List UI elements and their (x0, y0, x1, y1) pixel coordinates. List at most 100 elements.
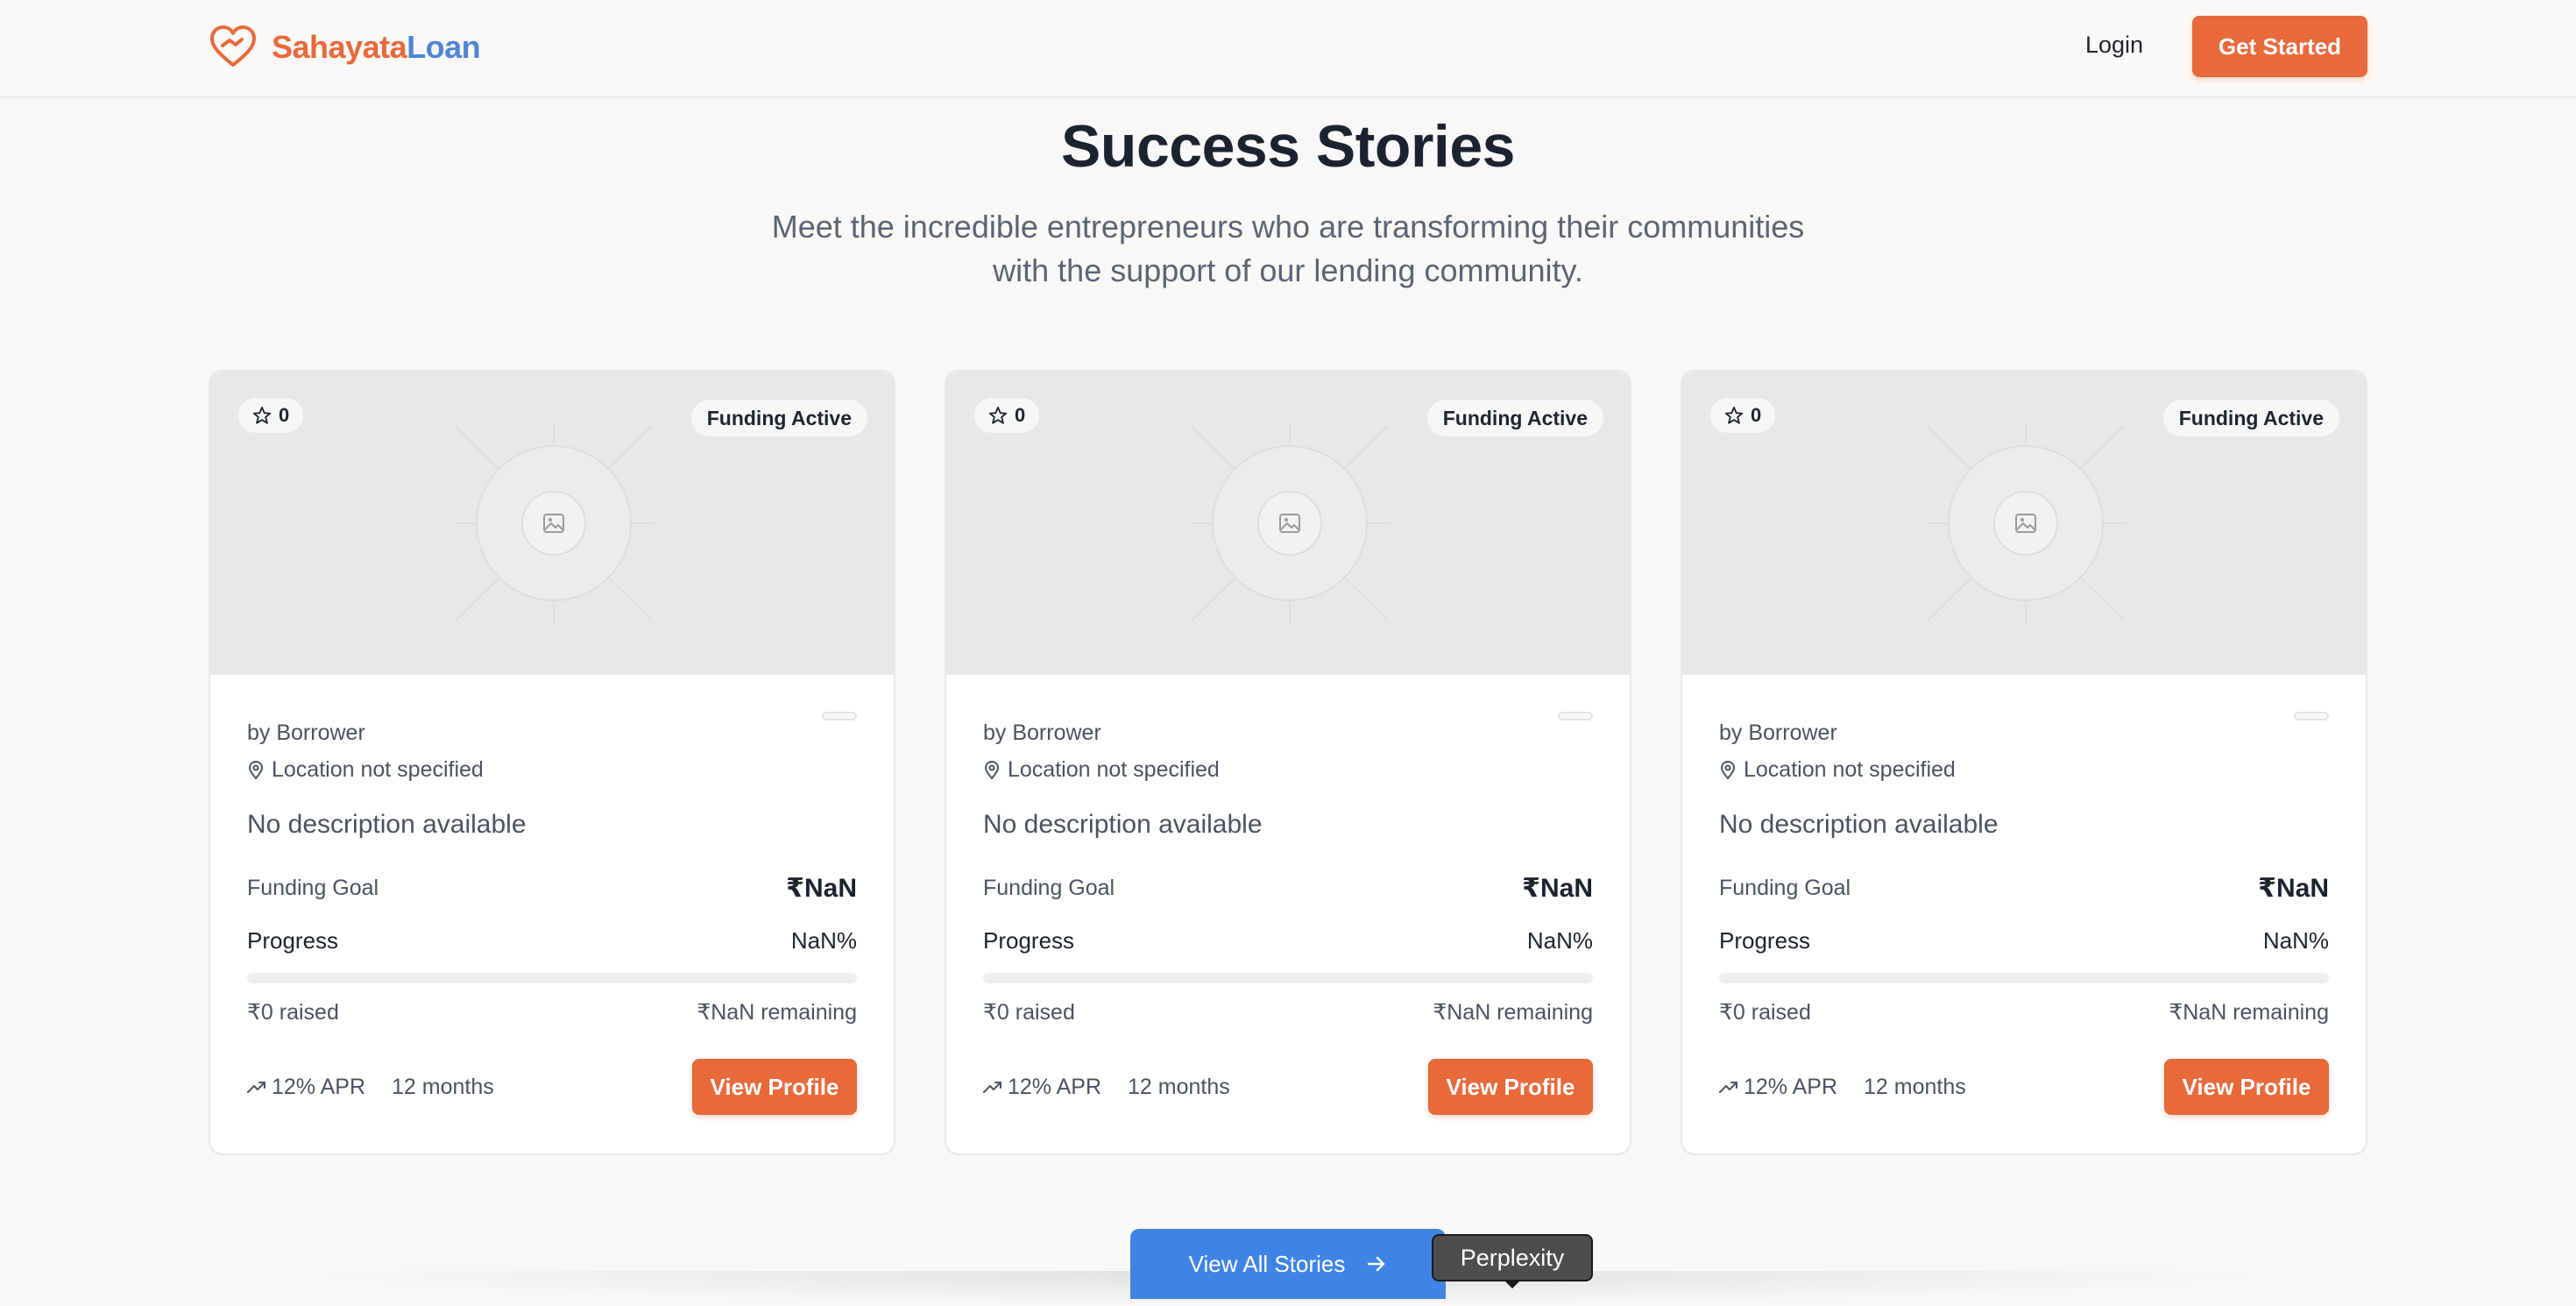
progress-label: Progress (247, 927, 339, 954)
perplexity-tooltip: Perplexity (1432, 1234, 1593, 1281)
view-profile-button[interactable]: View Profile (1428, 1059, 1593, 1115)
raised-row: ₹0 raised ₹NaN remaining (247, 999, 857, 1026)
heart-hands-icon (210, 25, 256, 67)
star-icon (988, 406, 1008, 424)
amount-remaining: ₹NaN remaining (1433, 1000, 1593, 1025)
funding-goal-value: ₹NaN (1522, 874, 1593, 903)
loan-term: 12 months (1128, 1074, 1230, 1099)
apr-text: 12% APR (1008, 1074, 1102, 1099)
trending-up-icon (247, 1082, 265, 1093)
progress-row: Progress NaN% (983, 927, 1593, 955)
map-pin-icon (1720, 760, 1736, 780)
view-profile-button[interactable]: View Profile (2164, 1059, 2329, 1115)
page-subtitle: Meet the incredible entrepreneurs who ar… (771, 209, 1805, 288)
amount-raised: ₹0 raised (983, 1000, 1075, 1025)
story-card: 0 Funding Active by Borrower Location no… (209, 370, 895, 1155)
star-icon (252, 406, 272, 424)
progress-value: NaN% (2262, 927, 2329, 954)
trending-up-icon (983, 1082, 1001, 1093)
location-text: Location not specified (1744, 757, 1956, 782)
trending-up-icon (1719, 1082, 1737, 1093)
category-pill (1558, 712, 1593, 720)
card-footer: 12% APR 12 months View Profile (983, 1059, 1593, 1115)
loan-term: 12 months (1864, 1074, 1966, 1099)
raised-row: ₹0 raised ₹NaN remaining (1719, 999, 2329, 1026)
arrow-right-icon (1368, 1256, 1385, 1272)
status-badge: Funding Active (2162, 400, 2339, 437)
star-count: 0 (279, 404, 290, 426)
story-description: No description available (1719, 810, 1999, 839)
location-text: Location not specified (272, 757, 484, 782)
login-link[interactable]: Login (2085, 32, 2143, 59)
loan-terms: 12% APR 12 months (983, 1075, 1230, 1100)
apr: 12% APR (1719, 1075, 1837, 1100)
star-badge[interactable]: 0 (1710, 398, 1776, 433)
raised-row: ₹0 raised ₹NaN remaining (983, 999, 1593, 1026)
view-all-label: View All Stories (1188, 1250, 1346, 1277)
apr: 12% APR (983, 1075, 1101, 1100)
star-count: 0 (1015, 404, 1026, 426)
star-icon (1724, 406, 1744, 424)
funding-goal-row: Funding Goal ₹NaN (1719, 873, 2329, 904)
loan-terms: 12% APR 12 months (1719, 1075, 1966, 1100)
tooltip-tail (1504, 1280, 1521, 1288)
status-badge: Funding Active (1426, 400, 1603, 437)
borrower-name: by Borrower (1719, 720, 1837, 745)
funding-goal-label: Funding Goal (1719, 876, 1851, 900)
status-badge: Funding Active (690, 400, 867, 437)
card-footer: 12% APR 12 months View Profile (247, 1059, 857, 1115)
image-icon (1279, 514, 1300, 533)
apr: 12% APR (247, 1075, 365, 1100)
loan-terms: 12% APR 12 months (247, 1075, 494, 1100)
borrower-name: by Borrower (247, 720, 365, 745)
story-image-placeholder: 0 Funding Active (946, 372, 1630, 675)
view-profile-button[interactable]: View Profile (692, 1059, 857, 1115)
story-description: No description available (983, 810, 1263, 839)
category-pill (2294, 712, 2329, 720)
progress-value: NaN% (790, 927, 857, 954)
amount-raised: ₹0 raised (247, 1000, 339, 1025)
funding-goal-label: Funding Goal (983, 876, 1115, 900)
story-card: 0 Funding Active by Borrower Location no… (1681, 370, 2367, 1155)
funding-goal-value: ₹NaN (786, 874, 857, 903)
progress-row: Progress NaN% (1719, 927, 2329, 955)
card-footer: 12% APR 12 months View Profile (1719, 1059, 2329, 1115)
location: Location not specified (247, 757, 484, 783)
progress-label: Progress (1719, 927, 1811, 954)
loan-term: 12 months (392, 1074, 494, 1099)
star-badge[interactable]: 0 (238, 398, 304, 433)
location-text: Location not specified (1008, 757, 1220, 782)
progress-bar (983, 973, 1593, 983)
progress-bar (1719, 973, 2329, 983)
story-image-placeholder: 0 Funding Active (210, 372, 894, 675)
progress-row: Progress NaN% (247, 927, 857, 955)
borrower-name: by Borrower (983, 720, 1101, 745)
apr-text: 12% APR (272, 1074, 366, 1099)
brand-logo[interactable]: SahayataLoan (209, 23, 481, 72)
progress-bar (247, 973, 857, 983)
funding-goal-row: Funding Goal ₹NaN (983, 873, 1593, 904)
image-icon (543, 514, 564, 533)
star-badge[interactable]: 0 (974, 398, 1040, 433)
amount-remaining: ₹NaN remaining (2169, 1000, 2329, 1025)
category-pill (822, 712, 857, 720)
image-icon (2015, 514, 2036, 533)
get-started-button[interactable]: Get Started (2192, 16, 2367, 77)
funding-goal-row: Funding Goal ₹NaN (247, 873, 857, 904)
map-pin-icon (984, 760, 1000, 780)
funding-goal-label: Funding Goal (247, 876, 379, 900)
funding-goal-value: ₹NaN (2258, 874, 2329, 903)
apr-text: 12% APR (1744, 1074, 1838, 1099)
map-pin-icon (248, 760, 264, 780)
progress-value: NaN% (1526, 927, 1593, 954)
amount-remaining: ₹NaN remaining (697, 1000, 857, 1025)
location: Location not specified (1719, 757, 1956, 783)
brand-name-part1: Sahayata (272, 29, 407, 65)
site-header: SahayataLoan Login Get Started (0, 0, 2576, 98)
amount-raised: ₹0 raised (1719, 1000, 1811, 1025)
story-card: 0 Funding Active by Borrower Location no… (945, 370, 1631, 1155)
view-all-stories-button[interactable]: View All Stories (1130, 1229, 1446, 1299)
progress-label: Progress (983, 927, 1075, 954)
brand-name: SahayataLoan (272, 29, 481, 66)
story-image-placeholder: 0 Funding Active (1682, 372, 2366, 675)
